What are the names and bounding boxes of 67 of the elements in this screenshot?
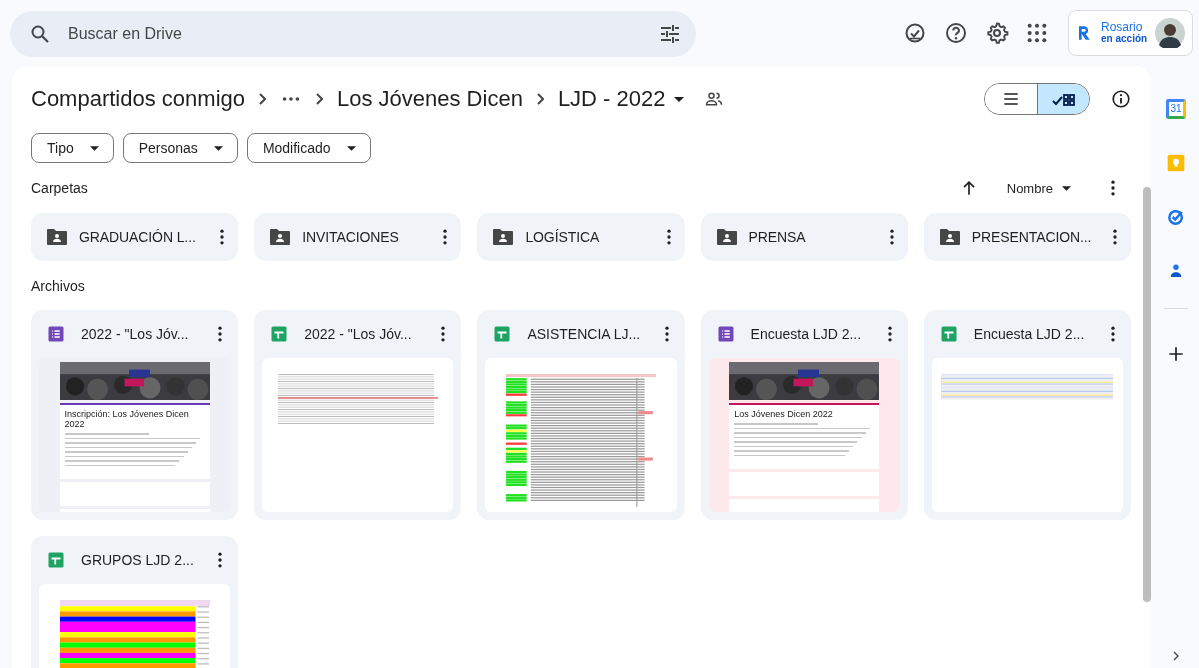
calendar-icon[interactable]: 31 — [1166, 99, 1186, 119]
file-card[interactable]: Encuesta LJD 2... Los Jóvenes Dicen 2022 — [700, 310, 908, 520]
breadcrumb-link[interactable]: Los Jóvenes Dicen — [337, 86, 523, 112]
form-icon — [716, 325, 735, 343]
shared-people-icon — [703, 89, 724, 109]
caret-icon — [673, 96, 684, 102]
settings-icon[interactable] — [985, 21, 1009, 45]
file-card[interactable]: Encuesta LJD 2... — [923, 310, 1131, 520]
folder-card[interactable]: GRADUACIÓN L... — [31, 213, 239, 261]
folder-name: PRESENTACION... — [971, 229, 1093, 245]
brand-tagline: en acción — [1101, 33, 1148, 45]
folder-card[interactable]: INVITACIONES — [254, 213, 462, 261]
folder-name: GRADUACIÓN L... — [79, 229, 197, 245]
file-card[interactable]: ASISTENCIA LJ... — [477, 310, 685, 520]
brand-name: Rosario — [1101, 21, 1144, 33]
check-circle-icon[interactable] — [1166, 207, 1186, 227]
caret-icon — [213, 145, 223, 151]
info-icon[interactable] — [1110, 88, 1132, 110]
add-icon[interactable] — [1166, 344, 1186, 364]
file-card[interactable]: 2022 - "Los Jóv... Inscripción: Los Jóvenes Dicen 2022 — [31, 310, 239, 520]
filter-chip[interactable]: Personas — [122, 133, 238, 163]
file-card[interactable]: 2022 - "Los Jóv... — [254, 310, 462, 520]
brand-logo-icon — [1077, 23, 1093, 43]
chevron-right-icon — [316, 93, 323, 105]
view-toggle[interactable] — [984, 83, 1090, 115]
folder-card[interactable]: PRESENTACION... — [923, 213, 1131, 261]
spreadsheet-icon — [270, 325, 289, 343]
file-card[interactable]: GRUPOS LJD 2... — [31, 536, 239, 668]
form-icon — [47, 325, 65, 343]
file-name: Encuesta LJD 2... — [973, 326, 1086, 342]
section-heading: Carpetas — [31, 180, 88, 196]
spreadsheet-icon — [939, 325, 958, 343]
filter-chip[interactable]: Tipo — [31, 133, 114, 163]
breadcrumb-link[interactable]: Compartidos conmigo — [31, 86, 245, 112]
avatar-icon[interactable] — [1155, 18, 1186, 48]
sort-menu-button[interactable]: Nombre — [1000, 180, 1077, 196]
folder-card[interactable]: PRENSA — [700, 213, 908, 261]
help-icon[interactable] — [944, 21, 968, 45]
folder-card[interactable]: LOGÍSTICA — [477, 213, 685, 261]
section-heading: Archivos — [31, 278, 85, 294]
form-title: Inscripción: Los Jóvenes Dicen 2022 — [64, 409, 190, 429]
caret-icon — [1062, 185, 1071, 191]
current-folder-menu[interactable]: LJD - 2022 — [557, 86, 690, 112]
check-circle-icon[interactable] — [903, 21, 927, 45]
folder-name: LOGÍSTICA — [525, 229, 601, 245]
caret-icon — [346, 145, 356, 151]
apps-grid-icon[interactable] — [1026, 22, 1048, 44]
file-name: 2022 - "Los Jóv... — [81, 326, 190, 342]
spreadsheet-icon — [493, 325, 512, 343]
grid-view-button[interactable] — [1037, 84, 1089, 114]
file-name: 2022 - "Los Jóv... — [304, 326, 413, 342]
chevron-right-icon — [536, 93, 544, 105]
filter-chip[interactable]: Modificado — [246, 133, 371, 163]
search-input[interactable]: Buscar en Drive — [68, 25, 642, 43]
caret-icon — [89, 145, 99, 151]
folder-name: INVITACIONES — [302, 229, 400, 245]
file-name: Encuesta LJD 2... — [750, 326, 863, 342]
file-name: ASISTENCIA LJ... — [527, 326, 641, 342]
form-title: Los Jóvenes Dicen 2022 — [734, 409, 834, 419]
scrollbar[interactable] — [1143, 187, 1151, 602]
folder-name: PRENSA — [748, 229, 807, 245]
chevron-right-icon — [259, 93, 266, 105]
spreadsheet-icon — [47, 551, 65, 569]
filter-options-icon[interactable] — [658, 22, 682, 46]
file-name: GRUPOS LJD 2... — [81, 552, 195, 568]
account-button[interactable]: Rosario en acción — [1068, 10, 1193, 56]
search-field[interactable]: Buscar en Drive — [10, 11, 696, 57]
